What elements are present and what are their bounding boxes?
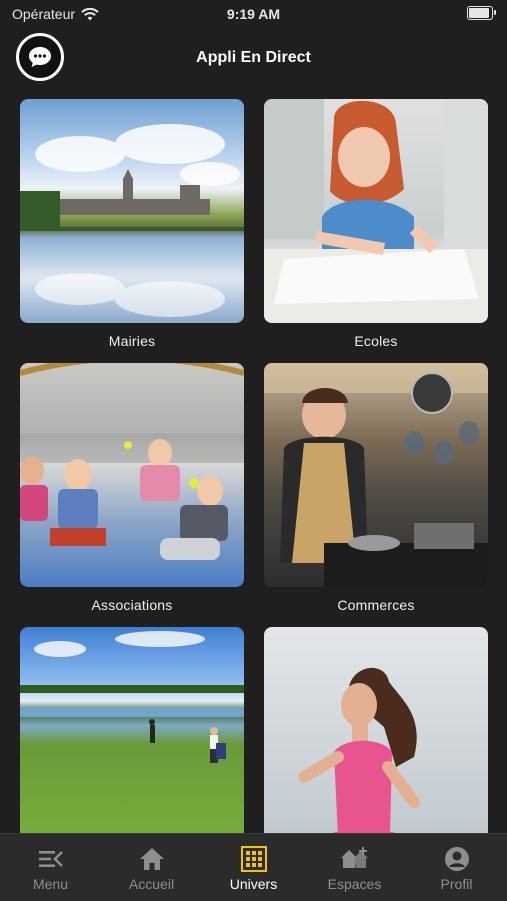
app-header: Appli En Direct: [0, 30, 507, 86]
profile-icon: [444, 847, 470, 871]
bottom-tab-bar: Menu Accueil Univers Espaces Profil: [0, 833, 507, 901]
tab-menu[interactable]: Menu: [0, 834, 101, 901]
tab-profil[interactable]: Profil: [406, 834, 507, 901]
card-golf[interactable]: [20, 627, 244, 861]
status-bar: Opérateur 9:19 AM: [0, 0, 507, 28]
tab-label: Accueil: [128, 876, 175, 892]
card-commerces[interactable]: Commerces: [264, 363, 488, 613]
tab-label: Espaces: [327, 876, 382, 892]
clock: 9:19 AM: [226, 6, 281, 22]
tab-univers[interactable]: Univers: [203, 834, 304, 901]
grid-icon: [240, 846, 267, 872]
girl-drawing-photo: [264, 99, 488, 323]
card-running[interactable]: [264, 627, 488, 861]
card-associations[interactable]: Associations: [20, 363, 244, 613]
card-label: Associations: [91, 597, 173, 613]
home-icon: [139, 847, 165, 871]
card-label: Mairies: [108, 333, 156, 349]
card-mairies[interactable]: Mairies: [20, 99, 244, 349]
children-tennis-photo: [20, 363, 244, 587]
tab-espaces[interactable]: Espaces: [304, 834, 405, 901]
tab-label: Menu: [32, 876, 69, 892]
battery-icon: [467, 6, 496, 20]
golf-course-photo: [20, 627, 244, 851]
menu-icon: [38, 847, 64, 871]
tab-label: Profil: [440, 876, 473, 892]
tab-label: Univers: [229, 876, 278, 892]
tab-accueil[interactable]: Accueil: [101, 834, 202, 901]
card-label: Commerces: [337, 597, 415, 613]
card-label: Ecoles: [354, 333, 398, 349]
spaces-icon: [340, 847, 370, 871]
market-stall-photo: [264, 363, 488, 587]
woman-running-photo: [264, 627, 488, 851]
card-ecoles[interactable]: Ecoles: [264, 99, 488, 349]
lakeside-village-photo: [20, 99, 244, 323]
page-title: Appli En Direct: [196, 49, 311, 66]
